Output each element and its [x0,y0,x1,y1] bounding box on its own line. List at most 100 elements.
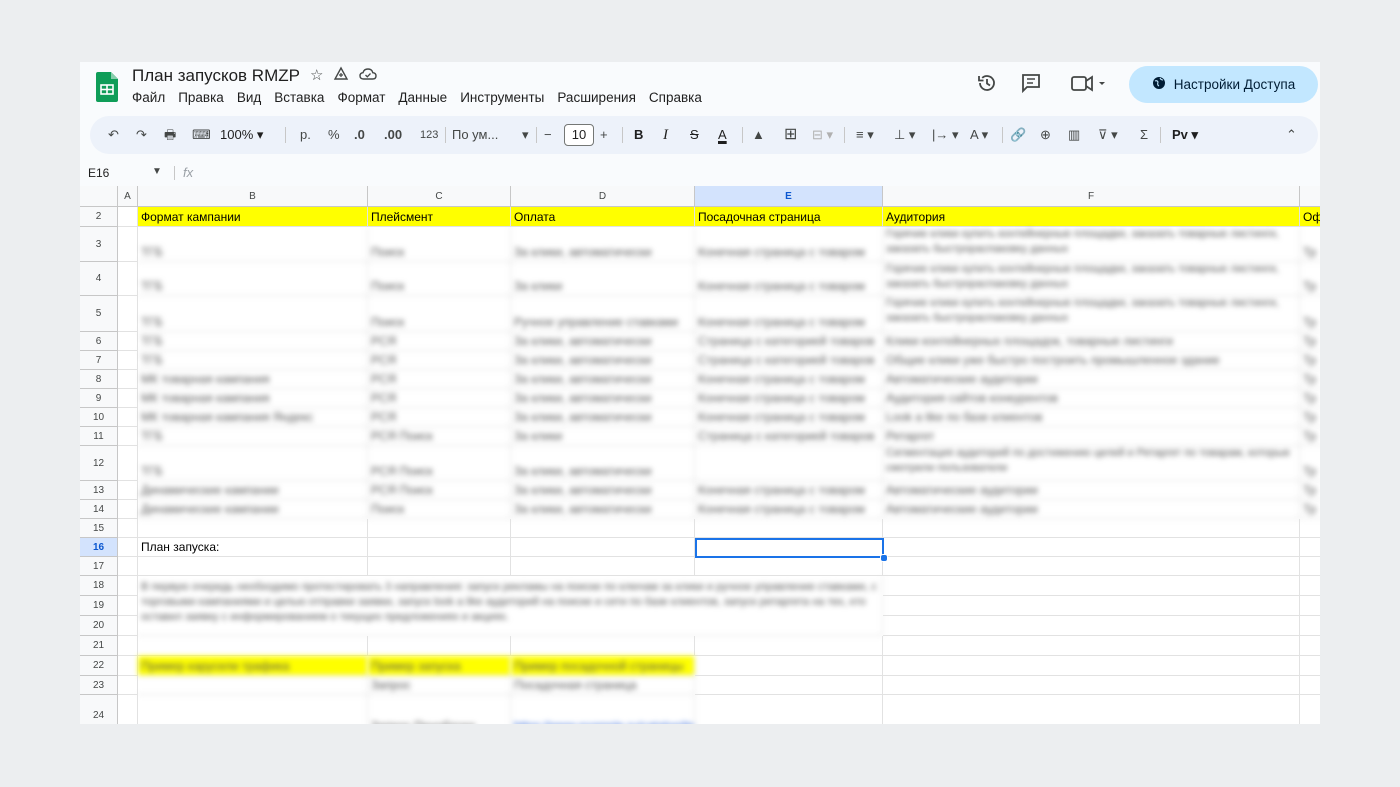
star-icon[interactable]: ☆ [310,66,323,86]
grid-cell[interactable] [1300,616,1320,636]
insert-comment-icon[interactable]: ⊕ [1040,116,1051,154]
column-header-b[interactable]: B [138,186,368,207]
grid-cell[interactable] [118,596,138,616]
example-header-cell[interactable]: Пример посадочной страницы [511,656,695,676]
select-all-corner[interactable] [80,186,118,207]
grid-cell[interactable] [138,519,368,538]
grid-cell[interactable] [118,332,138,351]
menu-view[interactable]: Вид [237,90,261,105]
paint-format-icon[interactable]: ⌨ [192,116,211,154]
history-icon[interactable] [976,72,998,100]
data-cell[interactable]: Тр [1300,370,1320,389]
data-cell[interactable]: Автоматические аудитории [883,370,1300,389]
grid-cell[interactable] [883,636,1300,656]
row-header-6[interactable]: 6 [80,332,118,351]
data-cell[interactable]: ТГБ [138,332,368,351]
data-cell[interactable]: Тр [1300,481,1320,500]
data-cell[interactable]: Страница с категорией товаров [695,351,883,370]
column-header-f[interactable]: F [883,186,1300,207]
data-cell[interactable]: МК товарная кампания [138,370,368,389]
menu-format[interactable]: Формат [337,90,385,105]
grid-cell[interactable] [1300,596,1320,616]
grid-cell[interactable] [138,557,368,576]
font-select[interactable]: По ум... [452,116,498,154]
data-cell[interactable]: Тр [1300,296,1320,332]
menu-insert[interactable]: Вставка [274,90,324,105]
header-cell[interactable]: Аудитория [883,207,1300,227]
data-cell[interactable]: ТГБ [138,262,368,296]
example-cell[interactable]: Запрос [368,676,511,695]
grid-cell[interactable] [883,519,1300,538]
grid-cell[interactable] [695,695,883,724]
fill-handle[interactable] [880,554,888,562]
data-cell[interactable]: За клики [511,427,695,446]
vertical-align-icon[interactable]: ⊥ ▾ [894,116,915,154]
grid-cell[interactable] [883,695,1300,724]
borders-icon[interactable]: ⊞ [784,116,797,154]
share-button[interactable]: Настройки Доступа [1129,66,1318,103]
data-cell[interactable]: За клики, автоматически [511,332,695,351]
data-cell[interactable]: ТГБ [138,296,368,332]
data-cell[interactable]: Страница с категорией товаров [695,332,883,351]
insert-link-icon[interactable]: 🔗 [1010,116,1026,154]
data-cell[interactable]: Тр [1300,408,1320,427]
column-header-c[interactable]: C [368,186,511,207]
data-cell[interactable]: Конечная страница с товаром [695,389,883,408]
header-cell[interactable]: Оплата [511,207,695,227]
menu-edit[interactable]: Правка [178,90,224,105]
insert-chart-icon[interactable]: ▥ [1068,116,1080,154]
row-header-18[interactable]: 18 [80,576,118,596]
example-cell[interactable]: Запрос Пеноблоки [368,695,511,724]
menu-extensions[interactable]: Расширения [557,90,636,105]
data-cell[interactable]: Горячие клики купить контейнерные площад… [883,262,1300,296]
row-header-19[interactable]: 19 [80,596,118,616]
example-header-cell[interactable]: Пример запуска [368,656,511,676]
grid-cell[interactable] [1300,656,1320,676]
data-cell[interactable]: Конечная страница с товаром [695,500,883,519]
grid-cell[interactable] [118,227,138,262]
data-cell[interactable]: Тр [1300,500,1320,519]
data-cell[interactable]: Аудитория сайтов конкурентов [883,389,1300,408]
data-cell[interactable]: Тр [1300,227,1320,262]
row-header-23[interactable]: 23 [80,676,118,695]
row-header-5[interactable]: 5 [80,296,118,332]
column-header-g[interactable] [1300,186,1320,207]
menu-help[interactable]: Справка [649,90,702,105]
grid-cell[interactable] [1300,576,1320,596]
data-cell[interactable]: Общие клики уже быстро построить промышл… [883,351,1300,370]
input-tools-button[interactable]: Pv ▾ [1172,116,1198,154]
zoom-select[interactable]: 100% ▾ [220,116,263,154]
data-cell[interactable]: Горячие клики купить контейнерные площад… [883,296,1300,332]
move-to-drive-icon[interactable] [333,66,349,86]
data-cell[interactable]: Клики контейнерных площадок, товарные ли… [883,332,1300,351]
data-cell[interactable]: Тр [1300,427,1320,446]
row-header-8[interactable]: 8 [80,370,118,389]
filter-icon[interactable]: ⊽ ▾ [1098,116,1118,154]
row-header-14[interactable]: 14 [80,500,118,519]
data-cell[interactable]: Тр [1300,446,1320,481]
grid-cell[interactable] [118,576,138,596]
row-header-10[interactable]: 10 [80,408,118,427]
header-cell[interactable]: Посадочная страница [695,207,883,227]
data-cell[interactable]: Тр [1300,389,1320,408]
collapse-toolbar-icon[interactable]: ⌃ [1286,116,1297,154]
meet-icon[interactable] [1070,72,1106,100]
data-cell[interactable]: РСЯ Поиск [368,427,511,446]
data-cell[interactable]: Сегментация аудиторий по достижению целе… [883,446,1300,481]
data-cell[interactable]: Тр [1300,351,1320,370]
grid-cell[interactable] [883,676,1300,695]
data-cell[interactable]: Поиск [368,500,511,519]
grid-cell[interactable] [1300,676,1320,695]
grid-cell[interactable] [883,656,1300,676]
grid-cell[interactable] [368,557,511,576]
data-cell[interactable]: Динамические кампании [138,481,368,500]
grid-cell[interactable] [883,616,1300,636]
number-format-button[interactable]: 123 [420,116,438,154]
example-cell[interactable]: Посадочная страница [511,676,695,695]
sheet-grid[interactable]: A B C D E F 2 3 4 5 6 7 8 9 10 11 12 13 14 15 16 17 18 19 20 21 22… [80,186,1320,724]
data-cell[interactable]: РСЯ Поиск [368,481,511,500]
grid-cell[interactable] [368,538,511,557]
data-cell[interactable]: За клики [511,262,695,296]
name-box[interactable]: E16 [88,166,109,180]
grid-cell[interactable] [695,656,883,676]
